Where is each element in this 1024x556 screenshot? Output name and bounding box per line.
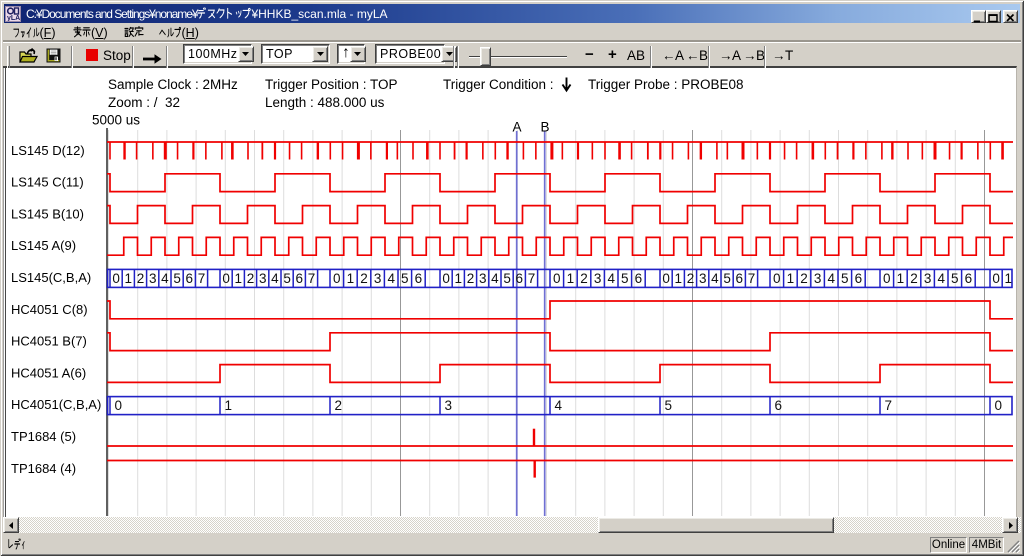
svg-text:LS145(C,B,A): LS145(C,B,A) <box>11 270 91 285</box>
svg-text:4: 4 <box>711 271 719 286</box>
svg-text:6: 6 <box>635 271 643 286</box>
svg-text:TP1684 (5): TP1684 (5) <box>11 429 76 444</box>
svg-text:2: 2 <box>360 271 368 286</box>
svg-text:6: 6 <box>855 271 863 286</box>
svg-text:LS145 C(11): LS145 C(11) <box>11 175 84 190</box>
svg-text:7: 7 <box>308 271 316 286</box>
svg-text:3: 3 <box>149 271 157 286</box>
svg-text:1: 1 <box>1005 271 1013 286</box>
svg-text:5: 5 <box>401 271 409 286</box>
svg-text:6: 6 <box>415 271 423 286</box>
svg-text:6: 6 <box>516 271 524 286</box>
svg-text:2: 2 <box>800 271 808 286</box>
svg-text:1: 1 <box>235 271 243 286</box>
svg-text:5: 5 <box>841 271 849 286</box>
svg-text:0: 0 <box>115 398 123 413</box>
svg-text:Trigger Condition :: Trigger Condition : <box>443 77 554 92</box>
svg-text:0: 0 <box>773 271 781 286</box>
svg-text:3: 3 <box>259 271 267 286</box>
svg-text:4: 4 <box>555 398 563 413</box>
svg-text:HC4051 C(8): HC4051 C(8) <box>11 302 88 317</box>
svg-text:7: 7 <box>885 398 893 413</box>
svg-text:2: 2 <box>137 271 145 286</box>
svg-text:LS145 B(10): LS145 B(10) <box>11 206 84 221</box>
svg-text:TP1684 (4): TP1684 (4) <box>11 461 76 476</box>
svg-text:LS145 A(9): LS145 A(9) <box>11 238 76 253</box>
svg-text:0: 0 <box>662 271 670 286</box>
svg-text:7: 7 <box>748 271 756 286</box>
svg-text:0: 0 <box>992 271 1000 286</box>
svg-text:2: 2 <box>335 398 343 413</box>
svg-text:5: 5 <box>723 271 731 286</box>
svg-text:4: 4 <box>491 271 499 286</box>
svg-text:5000 us: 5000 us <box>92 113 140 128</box>
svg-text:6: 6 <box>736 271 744 286</box>
svg-text:0: 0 <box>222 271 230 286</box>
svg-text:0: 0 <box>333 271 341 286</box>
svg-text:4: 4 <box>271 271 279 286</box>
svg-text:4: 4 <box>161 271 169 286</box>
svg-text:6: 6 <box>775 398 783 413</box>
svg-text:A: A <box>512 120 521 135</box>
svg-text:Trigger Probe : PROBE08: Trigger Probe : PROBE08 <box>588 77 744 92</box>
svg-text:4: 4 <box>607 271 615 286</box>
svg-text:2: 2 <box>467 271 475 286</box>
svg-text:1: 1 <box>125 271 133 286</box>
svg-text:2: 2 <box>687 271 695 286</box>
svg-text:0: 0 <box>442 271 450 286</box>
svg-text:7: 7 <box>198 271 206 286</box>
svg-text:3: 3 <box>699 271 707 286</box>
svg-text:1: 1 <box>787 271 795 286</box>
svg-text:3: 3 <box>479 271 487 286</box>
svg-text:1: 1 <box>675 271 683 286</box>
svg-text:5: 5 <box>665 398 673 413</box>
svg-text:6: 6 <box>296 271 304 286</box>
svg-text:0: 0 <box>112 271 120 286</box>
svg-text:HC4051 A(6): HC4051 A(6) <box>11 365 86 380</box>
svg-text:2: 2 <box>580 271 588 286</box>
svg-text:3: 3 <box>374 271 382 286</box>
svg-text:0: 0 <box>553 271 561 286</box>
svg-text:2: 2 <box>910 271 918 286</box>
svg-text:5: 5 <box>173 271 181 286</box>
svg-text:5: 5 <box>283 271 291 286</box>
svg-text:1: 1 <box>567 271 575 286</box>
svg-text:3: 3 <box>814 271 822 286</box>
svg-text:Zoom : / 32: Zoom : / 32 <box>108 95 180 110</box>
svg-text:4: 4 <box>827 271 835 286</box>
svg-text:Length : 488.000 us: Length : 488.000 us <box>265 95 385 110</box>
svg-text:4: 4 <box>937 271 945 286</box>
svg-text:0: 0 <box>995 398 1003 413</box>
svg-text:3: 3 <box>445 398 453 413</box>
svg-text:5: 5 <box>621 271 629 286</box>
svg-text:6: 6 <box>965 271 973 286</box>
svg-text:4: 4 <box>387 271 395 286</box>
svg-text:7: 7 <box>528 271 536 286</box>
svg-text:6: 6 <box>186 271 194 286</box>
svg-text:1: 1 <box>455 271 463 286</box>
svg-text:B: B <box>540 120 549 135</box>
svg-text:5: 5 <box>503 271 511 286</box>
svg-text:Sample Clock : 2MHz: Sample Clock : 2MHz <box>108 77 238 92</box>
svg-text:Trigger Position : TOP: Trigger Position : TOP <box>265 77 398 92</box>
svg-text:0: 0 <box>883 271 891 286</box>
svg-text:1: 1 <box>897 271 905 286</box>
svg-text:LS145 D(12): LS145 D(12) <box>11 143 85 158</box>
svg-text:1: 1 <box>347 271 355 286</box>
svg-text:5: 5 <box>951 271 959 286</box>
svg-text:HC4051(C,B,A): HC4051(C,B,A) <box>11 397 101 412</box>
svg-text:1: 1 <box>225 398 233 413</box>
svg-text:3: 3 <box>594 271 602 286</box>
svg-text:3: 3 <box>924 271 932 286</box>
svg-text:HC4051 B(7): HC4051 B(7) <box>11 334 87 349</box>
svg-text:2: 2 <box>247 271 255 286</box>
